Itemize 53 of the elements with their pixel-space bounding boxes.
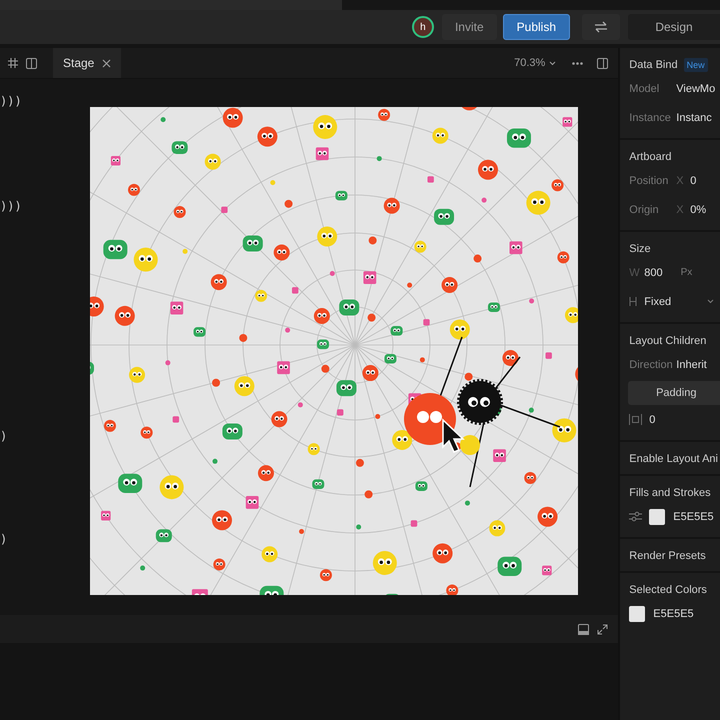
code-text: ))) — [0, 94, 22, 108]
field-value[interactable]: 0 — [690, 174, 696, 186]
swap-button[interactable] — [582, 14, 620, 40]
zoom-dropdown[interactable]: 70.3% — [514, 57, 556, 69]
design-tab[interactable]: Design — [628, 14, 720, 40]
code-text: ) — [0, 429, 8, 443]
field-value[interactable]: Instanc — [676, 112, 712, 124]
close-icon[interactable] — [102, 58, 112, 68]
unit-label: Px — [680, 267, 692, 278]
field-value[interactable]: Inherit — [676, 358, 707, 370]
height-icon — [629, 297, 638, 306]
padding-value[interactable]: 0 — [649, 414, 656, 426]
section-title: Layout Children — [629, 335, 706, 347]
invite-button[interactable]: Invite — [442, 14, 497, 40]
color-swatch[interactable] — [649, 508, 666, 524]
section-title: Fills and Strokes — [629, 487, 711, 499]
field-label: Direction — [629, 358, 674, 370]
field-label: Instance — [629, 112, 672, 124]
padding-button[interactable]: Padding — [628, 381, 720, 405]
color-value[interactable]: E5E5E5 — [673, 510, 714, 522]
field-label: Origin — [629, 204, 660, 216]
color-swatch[interactable] — [629, 606, 646, 622]
section-title: Artboard — [629, 151, 672, 163]
padding-icon — [629, 414, 642, 425]
expand-icon[interactable] — [597, 624, 608, 634]
stage-tab[interactable]: Stage — [53, 48, 122, 78]
sizing-value[interactable]: Fixed — [644, 296, 672, 308]
publish-button[interactable]: Publish — [502, 14, 570, 40]
code-text: ))) — [0, 199, 22, 213]
section-title: Render Presets — [629, 550, 706, 562]
code-text: ) — [0, 532, 8, 546]
color-value[interactable]: E5E5E5 — [653, 608, 694, 620]
field-value[interactable]: ViewMo — [676, 82, 716, 94]
split-panel-icon[interactable] — [26, 58, 37, 68]
section-title: Size — [629, 243, 651, 255]
field-value[interactable]: 0% — [690, 204, 706, 216]
more-icon[interactable] — [572, 62, 584, 64]
grid-icon[interactable] — [8, 58, 18, 68]
field-label: Position — [629, 174, 670, 186]
section-title: Enable Layout Ani — [629, 453, 718, 465]
split-panel-icon[interactable] — [597, 58, 608, 68]
section-title: Data Bind — [629, 59, 678, 71]
chevron-icon — [549, 60, 556, 66]
new-badge: New — [684, 58, 708, 72]
chevron-icon[interactable] — [707, 299, 714, 304]
sliders-icon[interactable] — [629, 511, 642, 522]
dock-panel-icon[interactable] — [578, 624, 590, 634]
field-label: Model — [629, 82, 660, 94]
width-value[interactable]: 800 — [644, 266, 663, 278]
tab-label: Stage — [63, 56, 94, 70]
section-title: Selected Colors — [629, 584, 707, 596]
swap-icon — [594, 21, 608, 33]
user-avatar[interactable]: h — [412, 16, 434, 38]
